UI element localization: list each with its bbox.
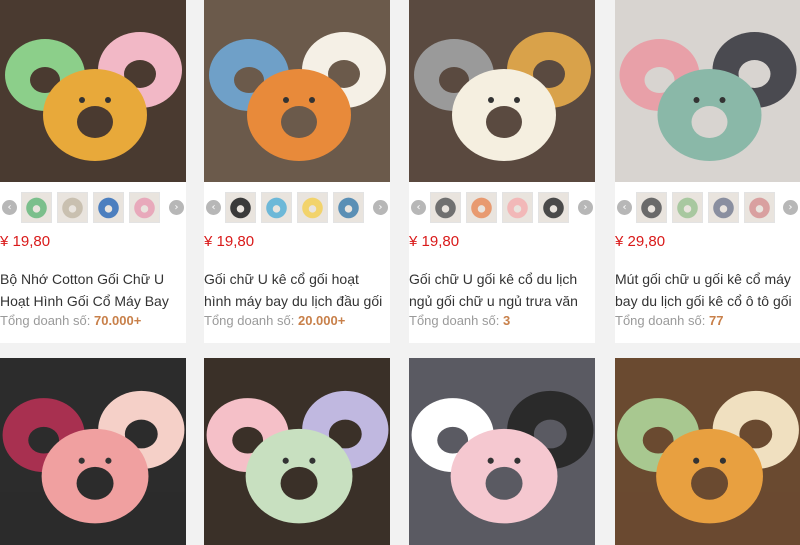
chevron-right-icon[interactable]: ›	[578, 200, 593, 215]
product-card[interactable]	[0, 358, 186, 545]
thumbnail[interactable]	[93, 192, 124, 223]
product-grid: ‹ › ¥ 19,80 Bộ Nhớ Cotton Gối Chữ U Hoạt…	[0, 0, 800, 545]
product-card[interactable]: ‹ › ¥ 19,80 Gối chữ U kê cổ gối hoạt hìn…	[204, 0, 390, 343]
chevron-right-icon[interactable]: ›	[169, 200, 184, 215]
sales-value: 20.000+	[297, 313, 346, 328]
thumbnail[interactable]	[21, 192, 52, 223]
thumbnail[interactable]	[57, 192, 88, 223]
thumbnail-carousel: ‹ ›	[204, 192, 390, 224]
chevron-right-icon[interactable]: ›	[783, 200, 798, 215]
thumbnail[interactable]	[538, 192, 569, 223]
product-image[interactable]	[409, 0, 595, 182]
chevron-left-icon[interactable]: ‹	[617, 200, 632, 215]
product-title[interactable]: Mút gối chữ u gối kê cổ máy bay du lịch …	[615, 268, 800, 312]
product-price: ¥ 19,80	[204, 233, 255, 250]
sales-value: 70.000+	[93, 313, 142, 328]
product-card[interactable]: ‹ › ¥ 29,80 Mút gối chữ u gối kê cổ máy …	[615, 0, 800, 343]
product-title[interactable]: Bộ Nhớ Cotton Gối Chữ U Hoạt Hình Gối Cổ…	[0, 268, 186, 312]
thumbnail[interactable]	[502, 192, 533, 223]
chevron-left-icon[interactable]: ‹	[411, 200, 426, 215]
product-image[interactable]	[615, 0, 800, 182]
product-title[interactable]: Gối chữ U kê cổ gối hoạt hình máy bay du…	[204, 268, 390, 312]
product-image[interactable]	[204, 358, 390, 545]
thumbnail[interactable]	[708, 192, 739, 223]
chevron-right-icon[interactable]: ›	[373, 200, 388, 215]
product-price: ¥ 19,80	[0, 233, 51, 250]
product-image[interactable]	[0, 358, 186, 545]
sales-label: Tổng doanh số:	[204, 313, 295, 328]
product-price: ¥ 19,80	[409, 233, 460, 250]
sales-count: Tổng doanh số: 3	[409, 313, 510, 328]
product-card[interactable]	[204, 358, 390, 545]
product-image[interactable]	[409, 358, 595, 545]
thumbnail[interactable]	[261, 192, 292, 223]
thumbnail[interactable]	[636, 192, 667, 223]
thumbnail[interactable]	[744, 192, 775, 223]
sales-count: Tổng doanh số: 20.000+	[204, 313, 345, 328]
thumbnail[interactable]	[672, 192, 703, 223]
thumbnail[interactable]	[225, 192, 256, 223]
product-card[interactable]: ‹ › ¥ 19,80 Gối chữ U gối kê cổ du lịch …	[409, 0, 595, 343]
thumbnail-carousel: ‹ ›	[615, 192, 800, 224]
product-image[interactable]	[615, 358, 800, 545]
thumbnail[interactable]	[297, 192, 328, 223]
product-price: ¥ 29,80	[615, 233, 666, 250]
chevron-left-icon[interactable]: ‹	[206, 200, 221, 215]
sales-label: Tổng doanh số:	[409, 313, 500, 328]
chevron-left-icon[interactable]: ‹	[2, 200, 17, 215]
sales-count: Tổng doanh số: 70.000+	[0, 313, 141, 328]
product-image[interactable]	[0, 0, 186, 182]
sales-value: 77	[708, 313, 724, 328]
product-image[interactable]	[204, 0, 390, 182]
thumbnail[interactable]	[466, 192, 497, 223]
product-card[interactable]: ‹ › ¥ 19,80 Bộ Nhớ Cotton Gối Chữ U Hoạt…	[0, 0, 186, 343]
thumbnail[interactable]	[129, 192, 160, 223]
sales-count: Tổng doanh số: 77	[615, 313, 723, 328]
thumbnail[interactable]	[333, 192, 364, 223]
thumbnail-carousel: ‹ ›	[409, 192, 595, 224]
thumbnail[interactable]	[430, 192, 461, 223]
product-card[interactable]	[615, 358, 800, 545]
product-title[interactable]: Gối chữ U gối kê cổ du lịch ngủ gối chữ …	[409, 268, 595, 312]
product-card[interactable]	[409, 358, 595, 545]
thumbnail-carousel: ‹ ›	[0, 192, 186, 224]
sales-value: 3	[502, 313, 511, 328]
sales-label: Tổng doanh số:	[615, 313, 706, 328]
sales-label: Tổng doanh số:	[0, 313, 91, 328]
